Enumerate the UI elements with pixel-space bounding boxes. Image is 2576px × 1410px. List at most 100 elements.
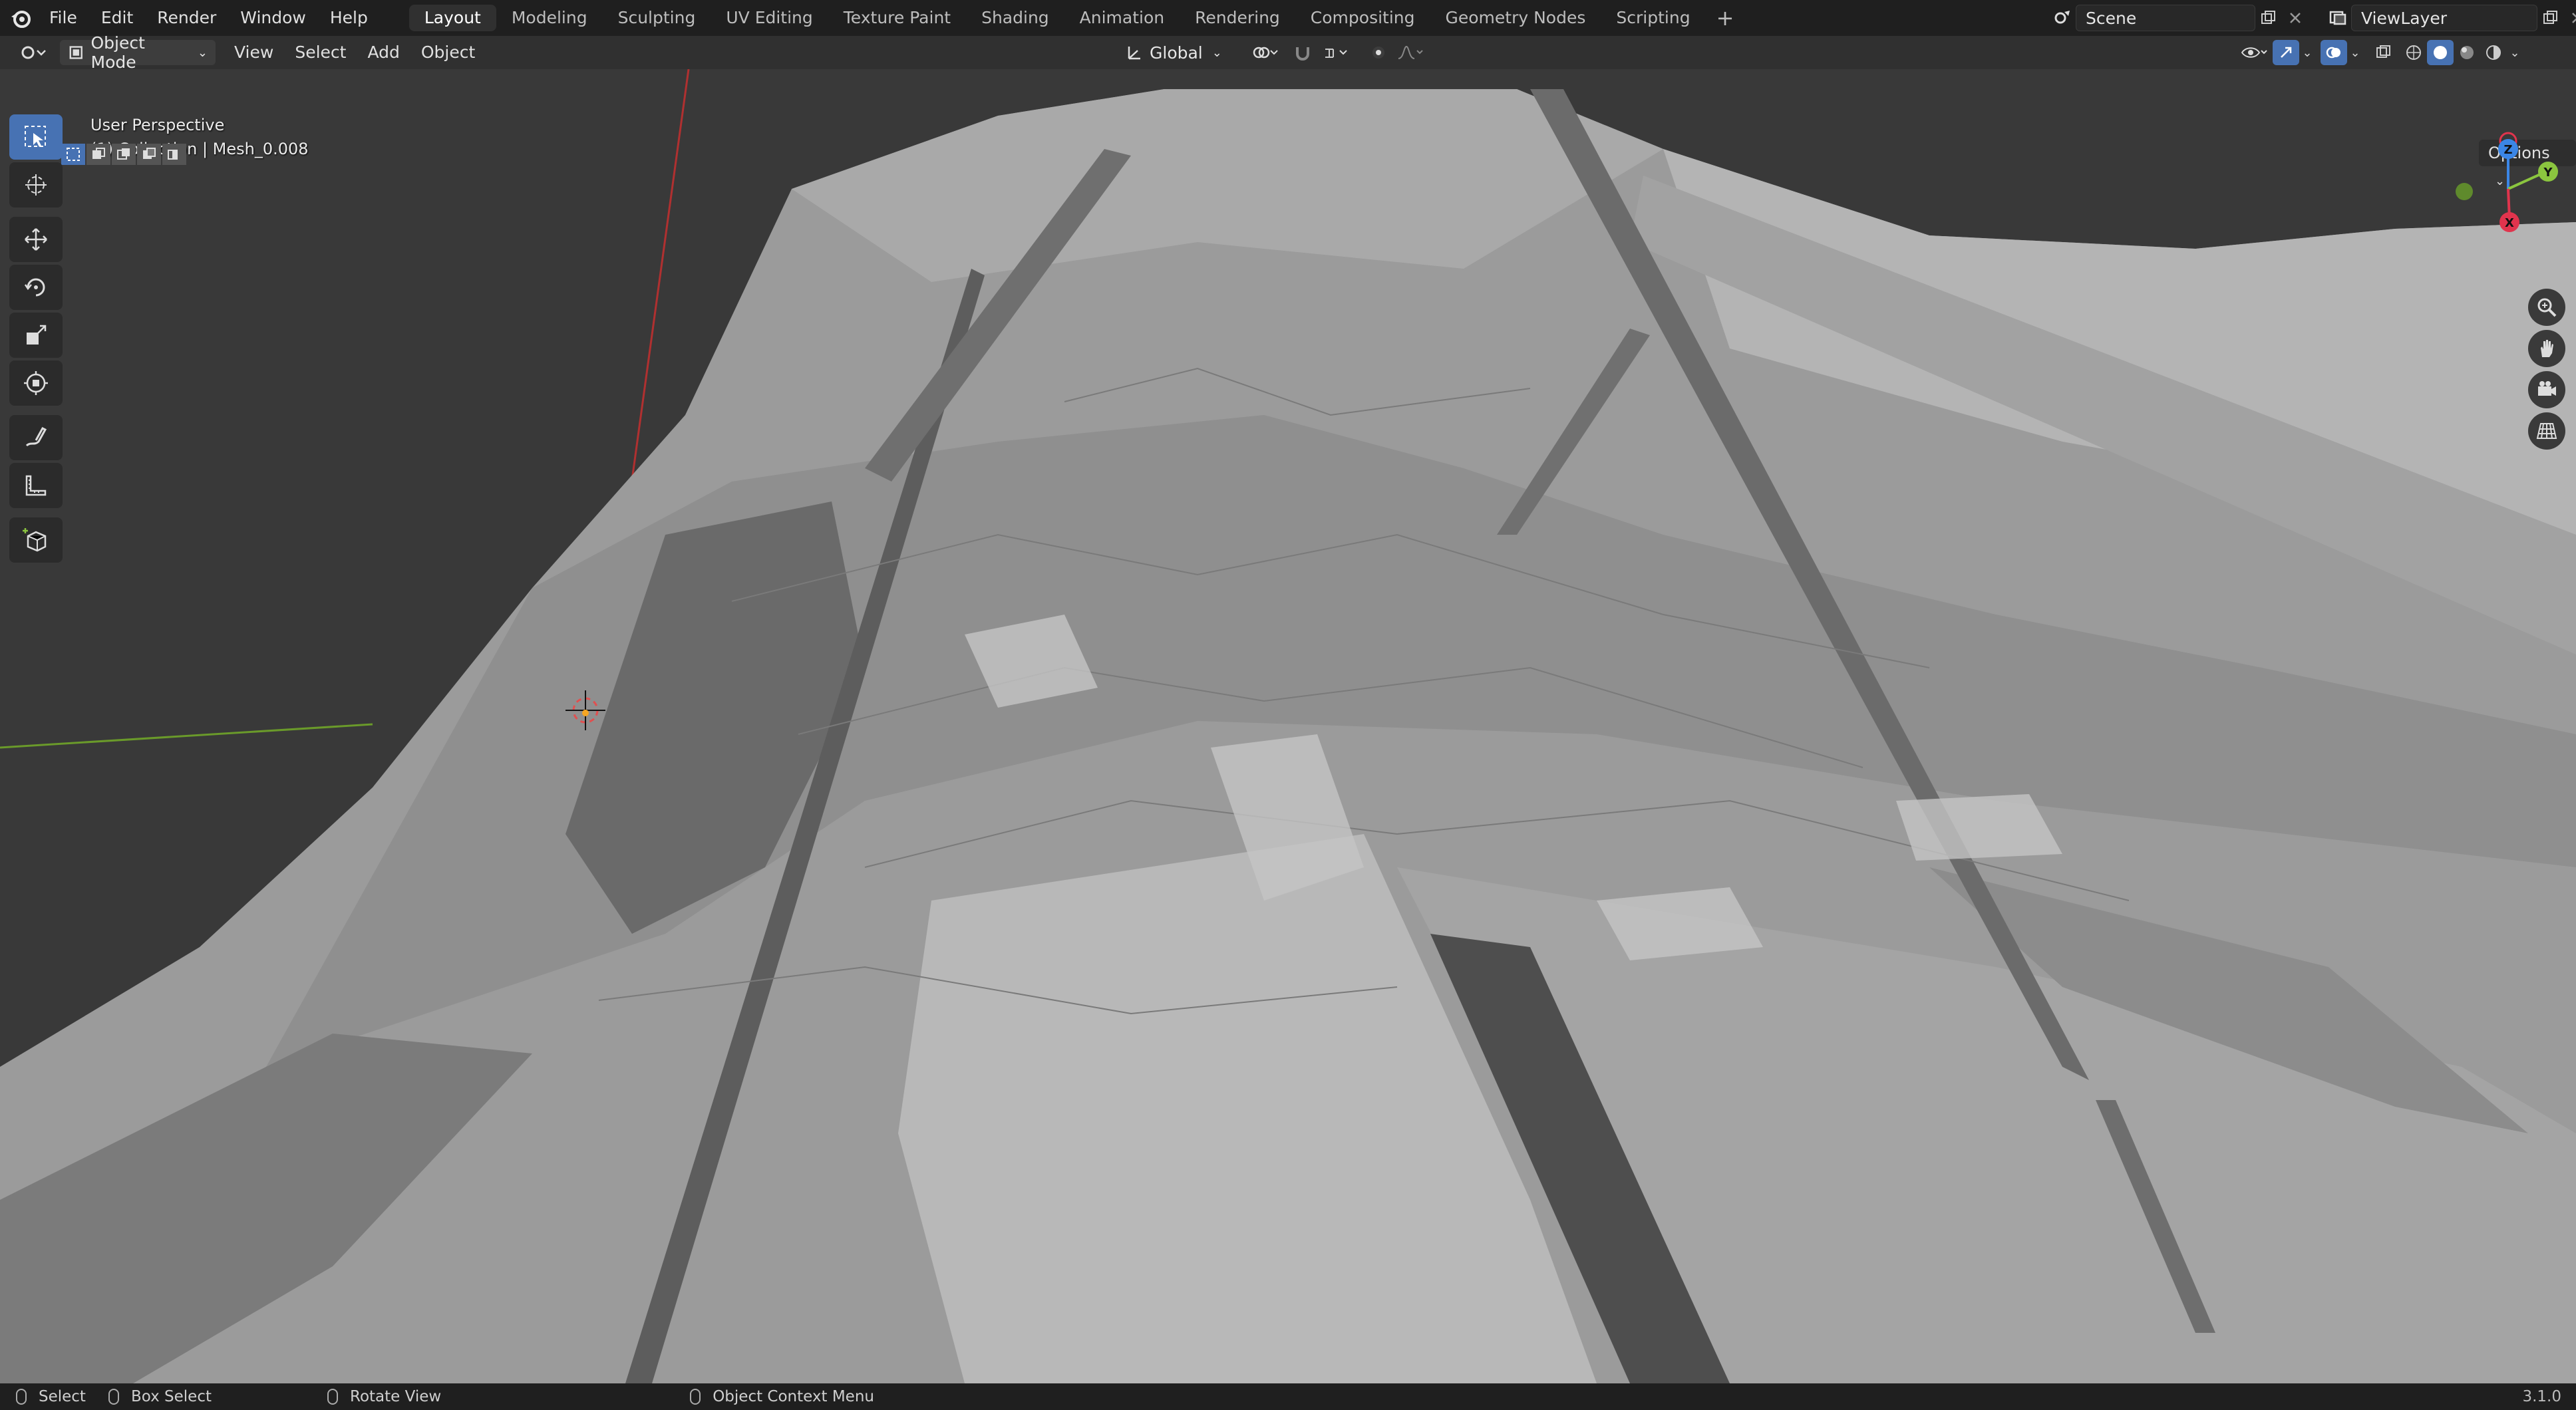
status-rotate-label: Rotate View [350, 1388, 442, 1405]
workspace-tabs: Layout Modeling Sculpting UV Editing Tex… [408, 5, 1745, 31]
menu-file[interactable]: File [37, 0, 89, 36]
remove-scene-icon[interactable] [2282, 5, 2309, 31]
camera-view-icon[interactable] [2528, 371, 2565, 408]
chevron-down-icon: ⌄ [1211, 45, 1222, 60]
view-layer-field[interactable]: ViewLayer [2351, 5, 2537, 31]
mesh-render [0, 69, 2576, 1383]
status-select: Select [16, 1388, 86, 1405]
gizmo-toggle-icon[interactable] [2273, 40, 2299, 65]
zoom-icon[interactable] [2528, 289, 2565, 326]
orientation-axes-icon [1128, 47, 1140, 60]
orientation-label: Global [1150, 43, 1203, 63]
copy-view-layer-icon[interactable] [2537, 5, 2564, 31]
select-box-tool-icon[interactable] [9, 114, 63, 160]
selection-mode-buttons [61, 144, 188, 165]
overlays-toggle-icon[interactable] [2321, 40, 2347, 65]
menu-select[interactable]: Select [284, 36, 357, 69]
tab-layout[interactable]: Layout [408, 5, 496, 31]
chevron-down-icon: ⌄ [197, 45, 208, 60]
cursor-tool-icon[interactable] [9, 162, 63, 208]
neg-y-axis-icon [2456, 183, 2473, 200]
tab-rendering[interactable]: Rendering [1180, 5, 1295, 31]
status-bar: Select Box Select Rotate View Object Con… [0, 1383, 2576, 1410]
shading-wireframe-icon[interactable] [2400, 40, 2427, 65]
tab-geometry-nodes[interactable]: Geometry Nodes [1430, 5, 1601, 31]
status-context-menu: Object Context Menu [690, 1388, 874, 1405]
navigation-buttons [2528, 289, 2565, 454]
top-menu-bar: File Edit Render Window Help Layout Mode… [0, 0, 2576, 36]
perspective-grid-icon[interactable] [2528, 412, 2565, 450]
editor-type-icon[interactable] [13, 40, 53, 65]
tab-compositing[interactable]: Compositing [1295, 5, 1430, 31]
measure-tool-icon[interactable] [9, 463, 63, 508]
menu-object[interactable]: Object [410, 36, 486, 69]
scale-tool-icon[interactable] [9, 313, 63, 358]
z-axis-label: Z [2503, 143, 2512, 157]
tab-shading[interactable]: Shading [966, 5, 1064, 31]
menu-edit[interactable]: Edit [89, 0, 145, 36]
chevron-down-icon[interactable]: ⌄ [2507, 40, 2523, 65]
visibility-icon[interactable] [2235, 40, 2273, 65]
transform-controls: Global ⌄ [1118, 40, 1429, 65]
add-cube-tool-icon[interactable] [9, 517, 63, 563]
shading-solid-icon[interactable] [2427, 40, 2454, 65]
chevron-down-icon[interactable]: ⌄ [2347, 40, 2363, 65]
menu-help[interactable]: Help [318, 0, 380, 36]
mode-dropdown[interactable]: Object Mode ⌄ [60, 33, 216, 72]
navigation-gizmo[interactable]: Z Y X [2448, 122, 2568, 242]
view-layer-icon[interactable] [2325, 5, 2351, 31]
status-box-select-label: Box Select [130, 1388, 212, 1405]
tab-modeling[interactable]: Modeling [496, 5, 603, 31]
status-select-label: Select [39, 1388, 86, 1405]
y-axis-label: Y [2543, 166, 2553, 180]
proportional-edit-icon[interactable] [1365, 40, 1392, 65]
viewport-display-controls: ⌄ ⌄ ⌄ [2235, 40, 2523, 65]
chevron-down-icon[interactable]: ⌄ [2299, 40, 2315, 65]
snap-icon[interactable] [1289, 40, 1316, 65]
copy-scene-icon[interactable] [2255, 5, 2282, 31]
move-tool-icon[interactable] [9, 217, 63, 262]
tool-shelf [9, 114, 65, 565]
menu-add[interactable]: Add [357, 36, 410, 69]
rotate-tool-icon[interactable] [9, 265, 63, 310]
add-workspace-button[interactable]: + [1706, 5, 1745, 31]
xray-toggle-icon[interactable] [2370, 40, 2396, 65]
select-invert-icon[interactable] [137, 144, 161, 165]
select-extend-icon[interactable] [86, 144, 110, 165]
tab-sculpting[interactable]: Sculpting [603, 5, 711, 31]
snap-target-icon[interactable] [1316, 40, 1356, 65]
transform-tool-icon[interactable] [9, 360, 63, 406]
tab-texture-paint[interactable]: Texture Paint [828, 5, 966, 31]
viewport-header: Object Mode ⌄ View Select Add Object Glo… [0, 33, 2576, 72]
scene-selector: Scene ViewLayer [2049, 4, 2576, 32]
remove-view-layer-icon[interactable] [2564, 5, 2576, 31]
select-subtract-icon[interactable] [112, 144, 136, 165]
scene-name-field[interactable]: Scene [2076, 5, 2255, 31]
pivot-point-icon[interactable] [1245, 40, 1285, 65]
shading-rendered-icon[interactable] [2480, 40, 2507, 65]
x-axis-label: X [2505, 216, 2514, 230]
3d-viewport[interactable]: User Perspective (1) Collection | Mesh_0… [0, 69, 2576, 1383]
mode-label: Object Mode [90, 33, 145, 72]
blender-logo-icon[interactable] [4, 0, 37, 36]
pan-hand-icon[interactable] [2528, 330, 2565, 367]
scene-icon[interactable] [2049, 5, 2076, 31]
transform-orientation-dropdown[interactable]: Global ⌄ [1118, 40, 1233, 65]
tab-uv-editing[interactable]: UV Editing [711, 5, 828, 31]
mouse-drag-icon [108, 1389, 119, 1405]
tab-animation[interactable]: Animation [1064, 5, 1180, 31]
mouse-right-icon [690, 1389, 701, 1405]
version-label: 3.1.0 [2522, 1388, 2561, 1405]
menu-view[interactable]: View [224, 36, 284, 69]
tab-scripting[interactable]: Scripting [1601, 5, 1705, 31]
perspective-label: User Perspective [90, 116, 225, 134]
mouse-middle-icon [327, 1389, 338, 1405]
falloff-icon[interactable] [1392, 40, 1429, 65]
status-box-select: Box Select [108, 1388, 212, 1405]
menu-window[interactable]: Window [228, 0, 318, 36]
annotate-tool-icon[interactable] [9, 415, 63, 460]
object-mode-icon [69, 46, 82, 59]
shading-material-icon[interactable] [2454, 40, 2480, 65]
select-intersect-icon[interactable] [162, 144, 186, 165]
menu-render[interactable]: Render [145, 0, 228, 36]
